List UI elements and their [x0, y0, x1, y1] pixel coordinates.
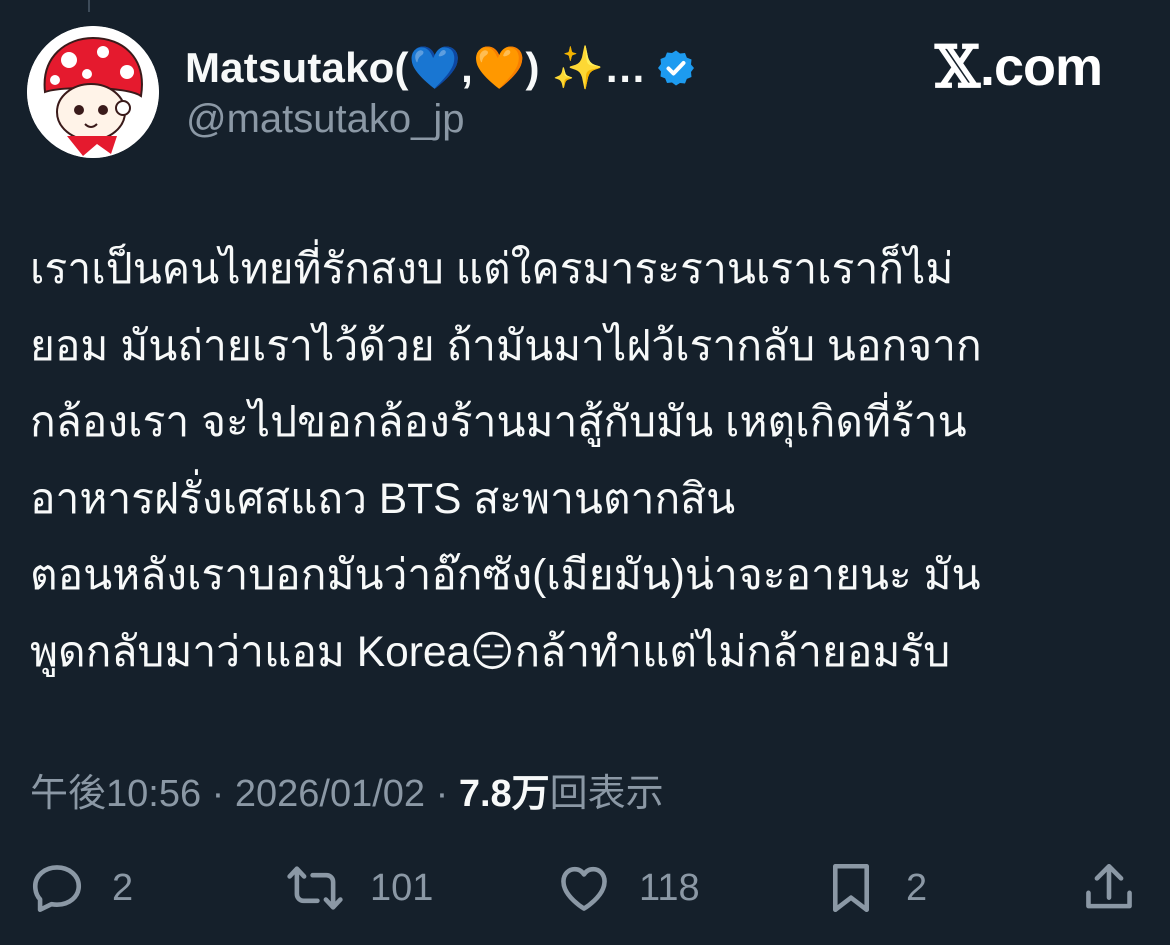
repost-icon [287, 866, 343, 910]
repost-count: 101 [370, 866, 434, 909]
tweet-meta: 午後10:56 · 2026/01/02 · 7.8万回表示 [30, 762, 664, 817]
reply-icon [32, 865, 82, 913]
share-icon [1086, 863, 1132, 909]
tweet-text: เราเป็นคนไทยที่รักสงบ แต่ใครมาระรานเราเร… [30, 232, 1145, 691]
bookmark-icon [832, 863, 870, 913]
tweet-text-line: กล้องเรา จะไปขอกล้องร้านมาสู้กับมัน เหตุ… [30, 399, 967, 446]
share-button[interactable] [1080, 858, 1138, 918]
tweet-timestamp[interactable]: 午後10:56 · 2026/01/02 · [30, 773, 459, 815]
like-button[interactable]: 118 [555, 858, 700, 918]
author-display-name[interactable]: Matsutako(💙,🧡) ✨… [185, 44, 646, 93]
tweet-text-line: ยอม มันถ่ายเราไว้ด้วย ถ้ามันมาไฝว้เรากลั… [30, 322, 982, 370]
like-count: 118 [639, 866, 700, 909]
bookmark-button[interactable]: 2 [822, 858, 927, 918]
tweet-text-line: เราเป็นคนไทยที่รักสงบ แต่ใครมาระรานเราเร… [30, 246, 954, 293]
author-name-row[interactable]: Matsutako(💙,🧡) ✨… [185, 38, 696, 98]
reply-button[interactable]: 2 [28, 858, 133, 918]
author-avatar[interactable] [27, 26, 159, 158]
bookmark-count: 2 [906, 866, 928, 909]
views-count[interactable]: 7.8万 [459, 773, 550, 815]
tweet-text-line: พูดกลับมาว่าแอม Korea😑กล้าทำแต่ไม่กล้ายอ… [30, 628, 951, 676]
brand-domain-text: .com [979, 37, 1103, 97]
author-handle[interactable]: @matsutako_jp [186, 97, 465, 142]
tweet-text-line: ตอนหลังเราบอกมันว่าอ๊กซัง(เมียมัน)น่าจะอ… [30, 552, 981, 599]
heart-icon [561, 866, 607, 911]
x-logo-icon: 𝕏 [934, 33, 980, 101]
x-com-brand-logo: 𝕏 .com [934, 33, 1103, 101]
mushroom-mascot-avatar-image [27, 26, 159, 158]
verified-badge-icon [656, 48, 696, 88]
reply-count: 2 [112, 866, 134, 909]
tweet-text-line: อาหารฝรั่งเศสแถว BTS สะพานตากสิน [30, 475, 736, 523]
views-label: 回表示 [549, 773, 664, 815]
repost-button[interactable]: 101 [286, 858, 433, 918]
thread-connector-line [88, 0, 90, 12]
